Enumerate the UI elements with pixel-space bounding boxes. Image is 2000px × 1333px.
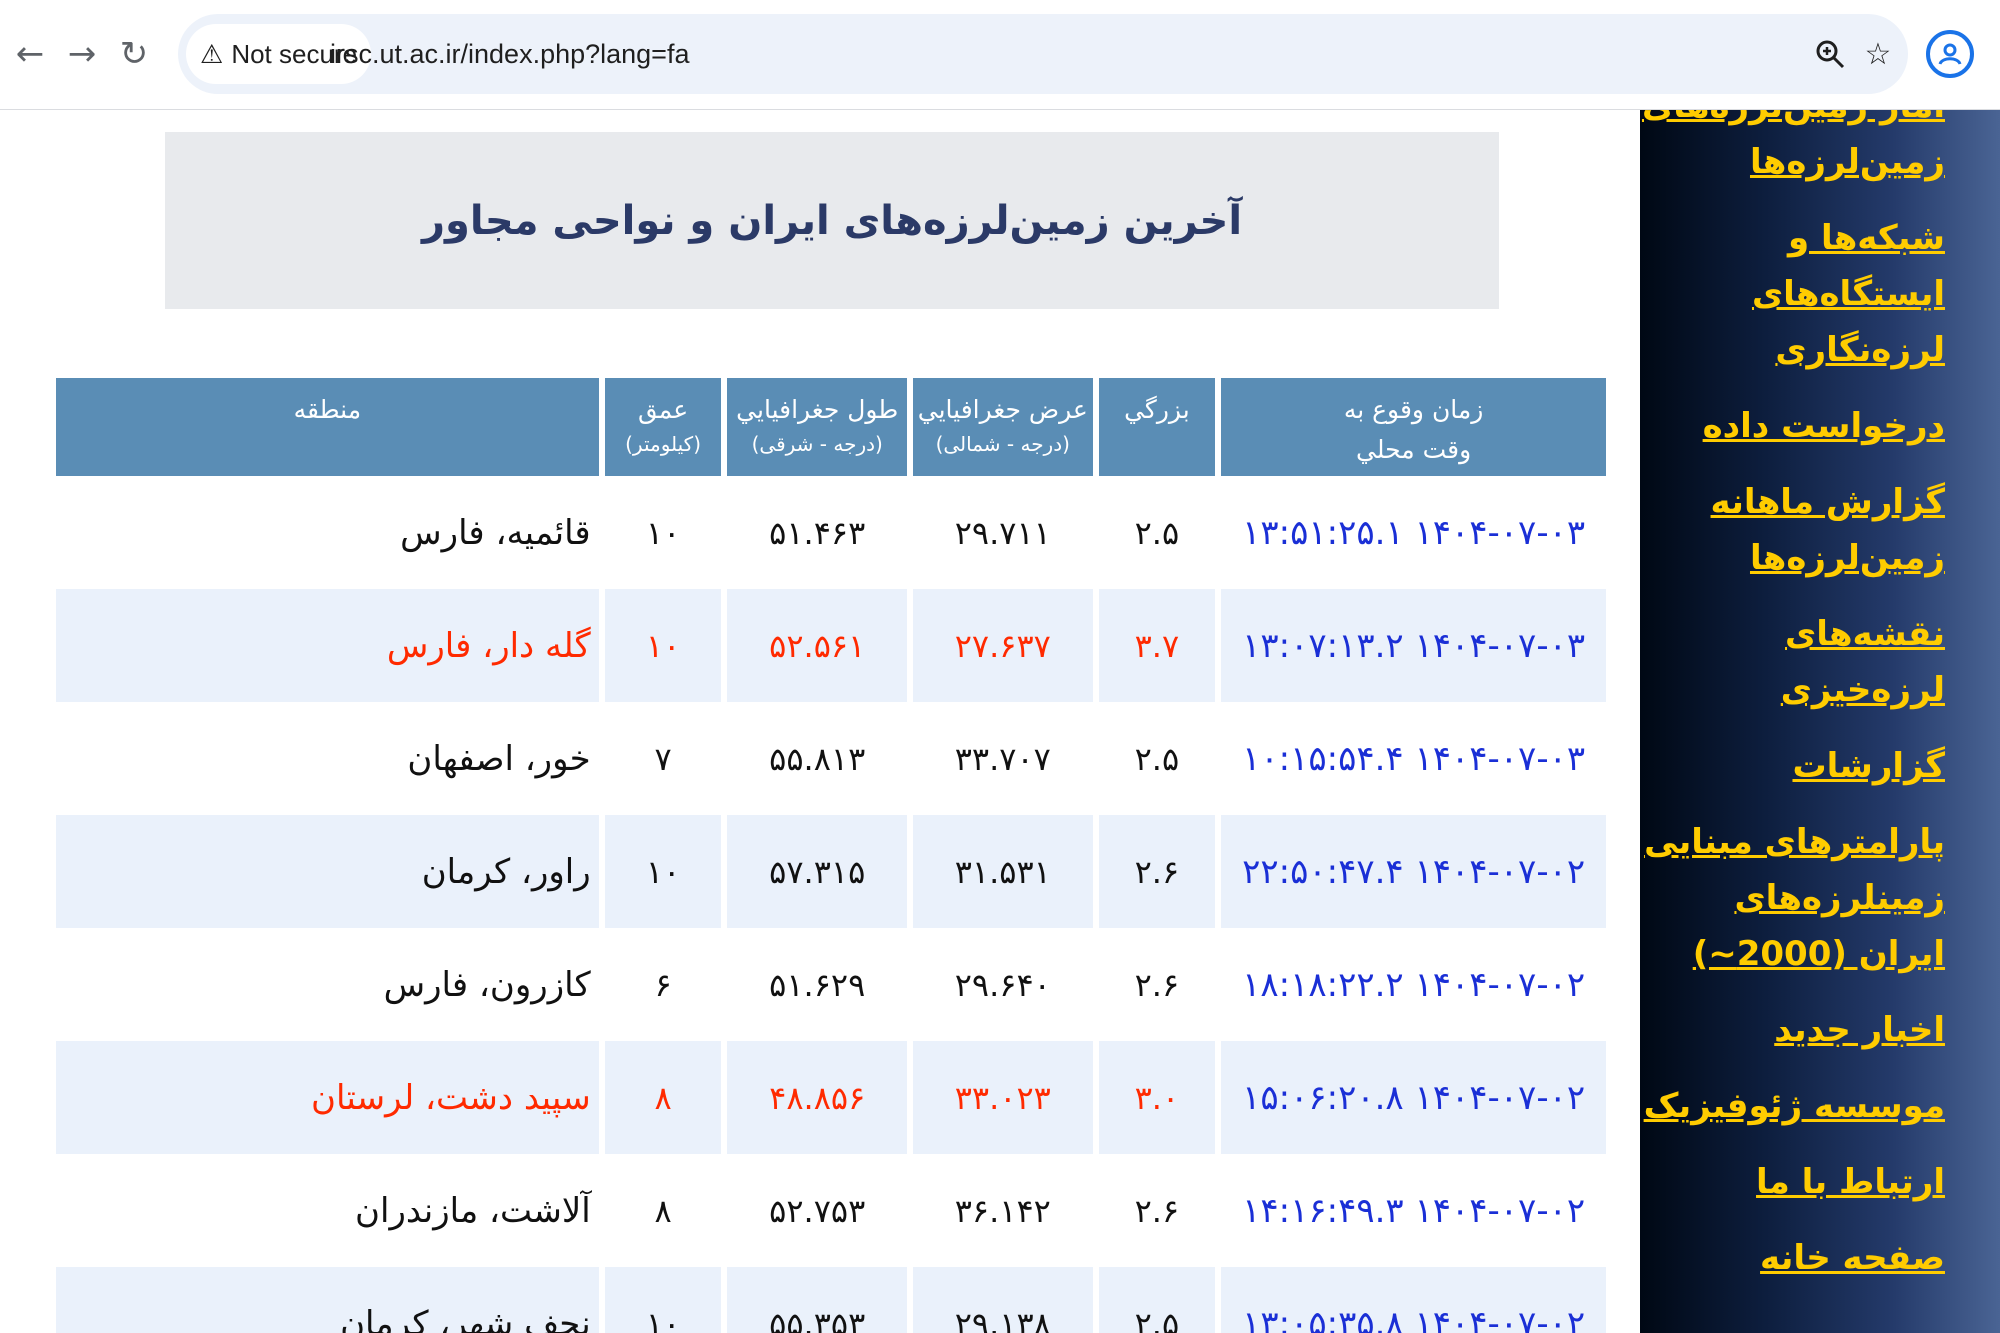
- header-time-sub: وقت محلي: [1356, 435, 1472, 464]
- sidebar-link-contact[interactable]: ارتباط با ما: [1756, 1162, 1945, 1202]
- cell-magnitude: ۳.۰: [1098, 1041, 1216, 1154]
- cell-depth: ۷: [654, 739, 672, 778]
- header-time: زمان وقوع به وقت محلي: [1221, 378, 1606, 476]
- bookmark-star-icon[interactable]: ☆: [1856, 32, 1900, 76]
- sidebar-link-base-parameters[interactable]: پارامترهای مبنایی زمینلرزه‌های ایران (20…: [1644, 822, 1945, 974]
- warning-triangle-icon: ⚠: [200, 38, 224, 69]
- page-content: آخرین زمین‌لرزه‌های ایران و نواحی مجاور …: [0, 110, 2000, 1333]
- sidebar-link-networks-stations[interactable]: شبکه‌ها و ایستگاه‌های لرزه‌نگاری: [1752, 218, 1945, 370]
- cell-region: آلاشت، مازندران: [355, 1190, 591, 1231]
- cell-latitude: ۳۱.۵۳۱: [912, 815, 1093, 928]
- reload-icon[interactable]: ↻: [110, 30, 158, 78]
- cell-magnitude: ۲.۵: [1134, 739, 1180, 778]
- table-row: ۱۴۰۴-۰۷-۰۳ ۱۰:۱۵:۵۴.۴ ۲.۵ ۳۳.۷۰۷ ۵۵.۸۱۳ …: [56, 702, 1606, 815]
- cell-depth: ۸: [604, 1041, 722, 1154]
- cell-longitude: ۵۱.۶۲۹: [769, 965, 866, 1004]
- cell-latitude: ۲۹.۷۱۱: [954, 513, 1051, 552]
- cell-time: ۱۴۰۴-۰۷-۰۲ ۲۲:۵۰:۴۷.۴: [1221, 815, 1606, 928]
- cell-depth: ۶: [654, 965, 672, 1004]
- sidebar-link-reports[interactable]: گزارشات: [1792, 746, 1945, 786]
- cell-latitude: ۲۷.۶۳۷: [912, 589, 1093, 702]
- cell-time: ۱۴۰۴-۰۷-۰۲ ۱۳:۰۵:۳۵.۸: [1221, 1267, 1606, 1333]
- browser-toolbar: ← → ↻ ⚠ Not secure irsc.ut.ac.ir/index.p…: [0, 0, 2000, 110]
- address-bar[interactable]: ⚠ Not secure irsc.ut.ac.ir/index.php?lan…: [178, 14, 1908, 94]
- table-row: ۱۴۰۴-۰۷-۰۳ ۱۳:۰۷:۱۳.۲ ۳.۷ ۲۷.۶۳۷ ۵۲.۵۶۱ …: [56, 589, 1606, 702]
- sidebar-link-earthquake-stats[interactable]: آمار زمین‌لرزه‌های زمین‌لرزه‌ها: [1642, 110, 1945, 182]
- cell-region: نجف شهر، کرمان: [56, 1267, 599, 1333]
- cell-longitude: ۵۲.۵۶۱: [727, 589, 907, 702]
- header-region: منطقه: [56, 378, 599, 476]
- table-body: ۱۴۰۴-۰۷-۰۳ ۱۳:۵۱:۲۵.۱ ۲.۵ ۲۹.۷۱۱ ۵۱.۴۶۳ …: [56, 476, 1606, 1333]
- sidebar-link-monthly-report[interactable]: گزارش ماهانه زمین‌لرزه‌ها: [1711, 482, 1945, 578]
- cell-time: ۱۴۰۴-۰۷-۰۳ ۱۰:۱۵:۵۴.۴: [1242, 738, 1586, 779]
- zoom-icon[interactable]: [1808, 32, 1852, 76]
- cell-magnitude: ۲.۶: [1134, 1191, 1180, 1230]
- header-depth-sub: (كيلومتر): [625, 432, 702, 456]
- cell-latitude: ۲۹.۱۳۸: [912, 1267, 1093, 1333]
- header-longitude: طول جغرافيايي (درجه - شرقی): [727, 378, 907, 476]
- cell-longitude: ۴۸.۸۵۶: [727, 1041, 907, 1154]
- table-row: ۱۴۰۴-۰۷-۰۳ ۱۳:۵۱:۲۵.۱ ۲.۵ ۲۹.۷۱۱ ۵۱.۴۶۳ …: [56, 476, 1606, 589]
- cell-magnitude: ۲.۶: [1134, 965, 1180, 1004]
- profile-avatar-icon[interactable]: [1926, 30, 1974, 78]
- cell-depth: ۱۰: [645, 513, 681, 552]
- cell-depth: ۸: [654, 1191, 672, 1230]
- sidebar-link-geophysics-institute[interactable]: موسسه ژئوفیزیک: [1644, 1086, 1945, 1126]
- cell-magnitude: ۳.۷: [1098, 589, 1216, 702]
- cell-magnitude: ۲.۶: [1098, 815, 1216, 928]
- header-latitude: عرض جغرافيايي (درجه - شمالی): [912, 378, 1093, 476]
- cell-region: کازرون، فارس: [383, 964, 591, 1005]
- cell-time: ۱۴۰۴-۰۷-۰۲ ۱۵:۰۶:۲۰.۸: [1221, 1041, 1606, 1154]
- header-magnitude: بزرگي: [1098, 378, 1216, 476]
- cell-region: قائمیه، فارس: [400, 512, 591, 553]
- header-depth: عمق (كيلومتر): [604, 378, 722, 476]
- table-row: ۱۴۰۴-۰۷-۰۲ ۲۲:۵۰:۴۷.۴ ۲.۶ ۳۱.۵۳۱ ۵۷.۳۱۵ …: [56, 815, 1606, 928]
- cell-longitude: ۵۵.۳۵۳: [727, 1267, 907, 1333]
- table-row: ۱۴۰۴-۰۷-۰۲ ۱۴:۱۶:۴۹.۳ ۲.۶ ۳۶.۱۴۲ ۵۲.۷۵۳ …: [56, 1154, 1606, 1267]
- cell-longitude: ۵۱.۴۶۳: [769, 513, 866, 552]
- cell-time: ۱۴۰۴-۰۷-۰۳ ۱۳:۰۷:۱۳.۲: [1221, 589, 1606, 702]
- cell-latitude: ۳۶.۱۴۲: [954, 1191, 1051, 1230]
- earthquake-table: زمان وقوع به وقت محلي بزرگي عرض جغرافيايي…: [50, 378, 1612, 1333]
- sidebar-link-data-request[interactable]: درخواست داده: [1703, 406, 1945, 446]
- forward-arrow-icon[interactable]: →: [58, 30, 106, 78]
- cell-depth: ۱۰: [604, 1267, 722, 1333]
- cell-longitude: ۵۵.۸۱۳: [769, 739, 866, 778]
- table-row: ۱۴۰۴-۰۷-۰۲ ۱۵:۰۶:۲۰.۸ ۳.۰ ۳۳.۰۲۳ ۴۸.۸۵۶ …: [56, 1041, 1606, 1154]
- url-text[interactable]: irsc.ut.ac.ir/index.php?lang=fa: [330, 14, 689, 94]
- cell-depth: ۱۰: [604, 815, 722, 928]
- back-arrow-icon[interactable]: ←: [6, 30, 54, 78]
- cell-region: سپید دشت، لرستان: [56, 1041, 599, 1154]
- cell-region: راور، کرمان: [56, 815, 599, 928]
- page-banner: آخرین زمین‌لرزه‌های ایران و نواحی مجاور: [165, 132, 1499, 309]
- cell-magnitude: ۲.۵: [1134, 513, 1180, 552]
- header-longitude-sub: (درجه - شرقی): [751, 432, 883, 456]
- cell-latitude: ۲۹.۶۴۰: [954, 965, 1051, 1004]
- table-row: ۱۴۰۴-۰۷-۰۲ ۱۸:۱۸:۲۲.۲ ۲.۶ ۲۹.۶۴۰ ۵۱.۶۲۹ …: [56, 928, 1606, 1041]
- cell-longitude: ۵۲.۷۵۳: [769, 1191, 866, 1230]
- sidebar-nav: آمار زمین‌لرزه‌های زمین‌لرزه‌ها شبکه‌ها …: [1640, 110, 2000, 1333]
- cell-time: ۱۴۰۴-۰۷-۰۳ ۱۳:۵۱:۲۵.۱: [1242, 512, 1586, 553]
- table-header-row: زمان وقوع به وقت محلي بزرگي عرض جغرافيايي…: [56, 378, 1606, 476]
- cell-magnitude: ۲.۵: [1098, 1267, 1216, 1333]
- cell-time: ۱۴۰۴-۰۷-۰۲ ۱۸:۱۸:۲۲.۲: [1242, 964, 1586, 1005]
- sidebar-link-home[interactable]: صفحه خانه: [1760, 1238, 1945, 1278]
- cell-region: گله دار، فارس: [56, 589, 599, 702]
- cell-time: ۱۴۰۴-۰۷-۰۲ ۱۴:۱۶:۴۹.۳: [1242, 1190, 1586, 1231]
- sidebar-link-seismicity-maps[interactable]: نقشه‌های لرزه‌خیزی: [1781, 614, 1945, 710]
- header-latitude-sub: (درجه - شمالی): [935, 432, 1070, 456]
- page-title: آخرین زمین‌لرزه‌های ایران و نواحی مجاور: [421, 197, 1243, 244]
- cell-latitude: ۳۳.۰۲۳: [912, 1041, 1093, 1154]
- cell-region: خور، اصفهان: [407, 738, 591, 779]
- sidebar-link-news[interactable]: اخبار جدید: [1774, 1010, 1945, 1050]
- cell-depth: ۱۰: [604, 589, 722, 702]
- cell-latitude: ۳۳.۷۰۷: [954, 739, 1051, 778]
- table-row: ۱۴۰۴-۰۷-۰۲ ۱۳:۰۵:۳۵.۸ ۲.۵ ۲۹.۱۳۸ ۵۵.۳۵۳ …: [56, 1267, 1606, 1333]
- cell-longitude: ۵۷.۳۱۵: [727, 815, 907, 928]
